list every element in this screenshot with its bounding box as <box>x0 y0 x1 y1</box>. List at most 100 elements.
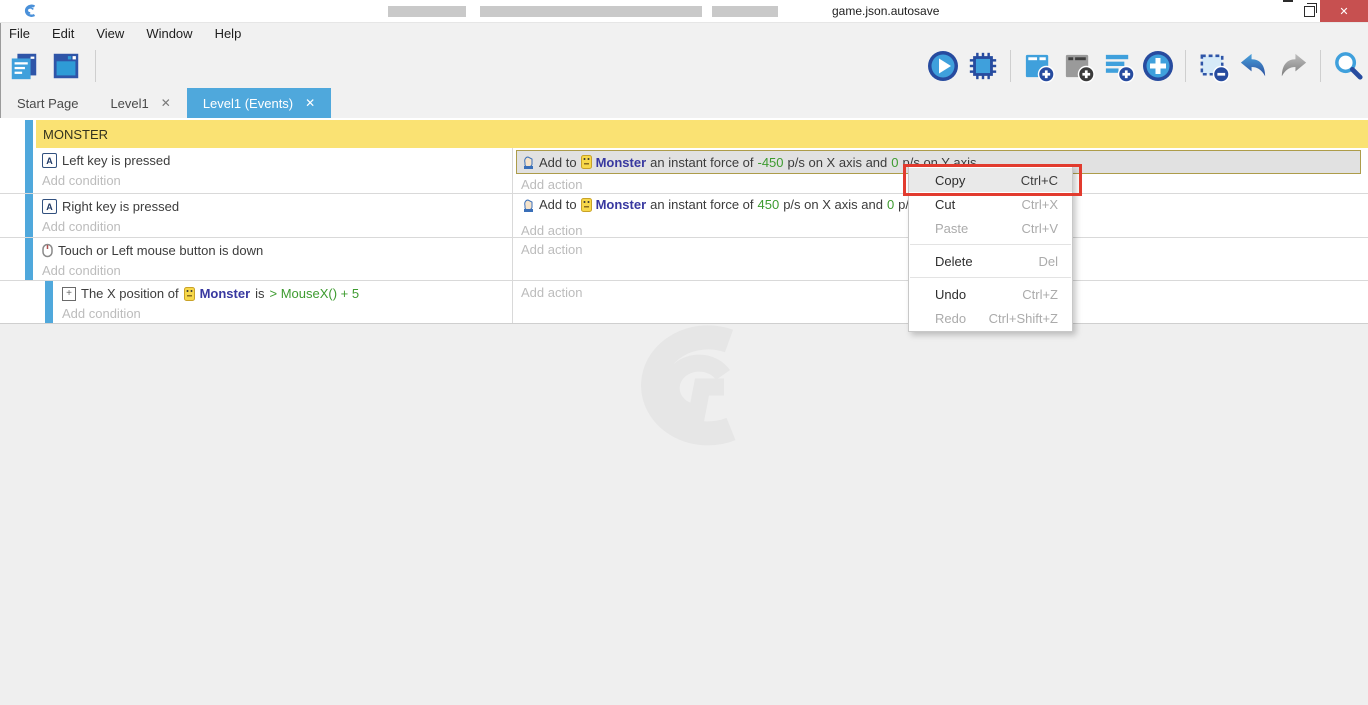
event-side-bar <box>45 281 53 323</box>
tab-level1-events[interactable]: Level1 (Events) ✕ <box>187 88 331 118</box>
action-text: an instant force of <box>650 155 753 170</box>
menu-separator <box>910 244 1071 245</box>
restore-icon <box>1304 6 1315 17</box>
menu-item-label: Paste <box>935 221 968 236</box>
condition-text[interactable]: Left key is pressed <box>62 153 170 168</box>
comment-row[interactable]: MONSTER <box>0 120 1368 148</box>
add-action-link[interactable]: Add action <box>521 242 582 257</box>
debugger-icon[interactable] <box>966 49 1000 83</box>
menu-item-label: Cut <box>935 197 955 212</box>
conditions-cell[interactable]: Touch or Left mouse button is down Add c… <box>36 238 512 280</box>
condition-text[interactable]: Touch or Left mouse button is down <box>58 243 263 258</box>
event-row-touch-mouse[interactable]: Touch or Left mouse button is down Add c… <box>0 238 1368 281</box>
event-side-bar <box>25 148 33 193</box>
preview-play-icon[interactable] <box>926 49 960 83</box>
add-comment-icon[interactable] <box>1101 49 1135 83</box>
add-action-link[interactable]: Add action <box>521 285 582 300</box>
conditions-cell[interactable]: + The X position of Monster is > MouseX(… <box>56 281 512 323</box>
event-side-bar <box>25 194 33 237</box>
menu-window[interactable]: Window <box>135 23 203 44</box>
add-force-icon <box>522 198 535 212</box>
tab-level1-scene[interactable]: Level1 ✕ <box>94 88 186 118</box>
action-text: p/s on X axis and <box>788 155 888 170</box>
add-subevent-icon[interactable] <box>1061 49 1095 83</box>
position-condition-icon: + <box>62 287 76 301</box>
menu-edit[interactable]: Edit <box>41 23 85 44</box>
action-value: -450 <box>758 155 784 170</box>
menu-item-label: Undo <box>935 287 966 302</box>
add-other-icon[interactable] <box>1141 49 1175 83</box>
context-menu-item-paste[interactable]: Paste Ctrl+V <box>909 216 1072 240</box>
condition-text[interactable]: Right key is pressed <box>62 199 179 214</box>
context-menu-item-delete[interactable]: Delete Del <box>909 249 1072 273</box>
object-name: Monster <box>596 197 647 212</box>
comment-body[interactable]: MONSTER <box>36 120 1368 148</box>
add-condition-link[interactable]: Add condition <box>42 173 512 188</box>
close-icon: ✕ <box>1339 5 1348 18</box>
conditions-cell[interactable]: A Left key is pressed Add condition <box>36 148 512 193</box>
monster-object-icon <box>581 155 592 169</box>
events-sheet: MONSTER A Left key is pressed Add condit… <box>0 118 1368 324</box>
add-condition-link[interactable]: Add condition <box>42 263 512 278</box>
add-condition-link[interactable]: Add condition <box>42 219 512 234</box>
menu-item-shortcut: Ctrl+V <box>1022 221 1058 236</box>
subevent-row-x-position[interactable]: + The X position of Monster is > MouseX(… <box>0 281 1368 323</box>
redacted-title-block <box>388 6 466 17</box>
action-text: Add to <box>539 197 577 212</box>
comment-text: MONSTER <box>43 127 108 142</box>
menu-item-shortcut: Ctrl+Shift+Z <box>989 311 1058 326</box>
event-row-right-key[interactable]: A Right key is pressed Add condition Add… <box>0 194 1368 238</box>
tab-close-icon[interactable]: ✕ <box>161 96 171 110</box>
tab-start-page[interactable]: Start Page <box>1 88 94 118</box>
menu-item-shortcut: Ctrl+Z <box>1022 287 1058 302</box>
menu-help[interactable]: Help <box>204 23 253 44</box>
delete-selection-icon[interactable] <box>1196 49 1230 83</box>
conditions-cell[interactable]: A Right key is pressed Add condition <box>36 194 512 237</box>
context-menu-item-redo[interactable]: Redo Ctrl+Shift+Z <box>909 306 1072 330</box>
object-name: Monster <box>200 286 251 301</box>
menu-view[interactable]: View <box>85 23 135 44</box>
undo-icon[interactable] <box>1236 49 1270 83</box>
context-menu-item-undo[interactable]: Undo Ctrl+Z <box>909 282 1072 306</box>
toolbar-separator <box>95 50 96 82</box>
condition-text: is <box>255 286 264 301</box>
project-manager-icon[interactable] <box>7 49 41 83</box>
monster-object-icon <box>581 198 592 212</box>
add-condition-link[interactable]: Add condition <box>62 306 512 321</box>
menu-bar: File Edit View Window Help <box>0 23 1368 44</box>
menu-separator <box>910 277 1071 278</box>
keyboard-key-icon: A <box>42 199 57 214</box>
toolbar <box>0 44 1368 88</box>
event-side-bar <box>25 120 33 148</box>
action-value: 450 <box>758 197 780 212</box>
add-action-link[interactable]: Add action <box>521 177 582 192</box>
monster-object-icon <box>184 287 195 301</box>
close-button[interactable]: ✕ <box>1320 0 1368 22</box>
add-action-link[interactable]: Add action <box>521 223 582 238</box>
action-value: 0 <box>887 197 894 212</box>
menu-file[interactable]: File <box>1 23 41 44</box>
redacted-title-block <box>480 6 702 17</box>
search-icon[interactable] <box>1331 49 1365 83</box>
redo-icon[interactable] <box>1276 49 1310 83</box>
tab-close-icon[interactable]: ✕ <box>305 96 315 110</box>
add-event-icon[interactable] <box>1021 49 1055 83</box>
tab-label: Start Page <box>17 96 78 111</box>
object-name: Monster <box>596 155 647 170</box>
gdevelop-window: game.json.autosave ✕ File Edit View Wind… <box>0 0 1368 705</box>
window-title: game.json.autosave <box>832 4 939 18</box>
toolbar-separator <box>1185 50 1186 82</box>
menu-item-label: Delete <box>935 254 973 269</box>
toolbar-separator <box>1010 50 1011 82</box>
redacted-title-block <box>712 6 778 17</box>
minimize-button[interactable] <box>1258 0 1292 22</box>
scene-editor-icon[interactable] <box>49 49 83 83</box>
menu-item-label: Redo <box>935 311 966 326</box>
tab-bar: Start Page Level1 ✕ Level1 (Events) ✕ <box>0 88 1368 118</box>
keyboard-key-icon: A <box>42 153 57 168</box>
event-side-bar <box>25 238 33 280</box>
toolbar-separator <box>1320 50 1321 82</box>
condition-text[interactable]: The X position of <box>81 286 179 301</box>
event-row-left-key[interactable]: A Left key is pressed Add condition Add … <box>0 148 1368 194</box>
annotation-highlight-copy <box>903 164 1082 196</box>
